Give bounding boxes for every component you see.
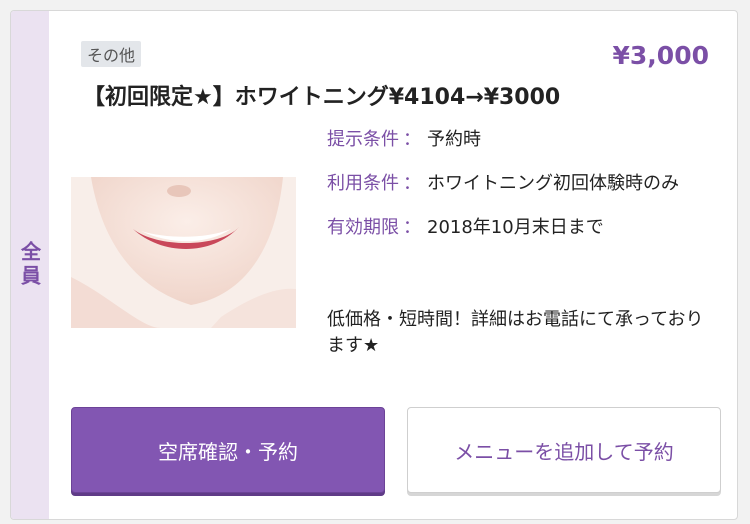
coupon-description: 低価格・短時間！詳細はお電話にて承っております★ (327, 309, 704, 356)
detail-separator: ： (403, 173, 421, 194)
detail-value: ホワイトニング初回体験時のみ (427, 173, 679, 194)
detail-value: 予約時 (427, 129, 481, 150)
category-badge: その他 (81, 41, 142, 67)
detail-label: 提示条件 (327, 129, 399, 150)
photo-illustration (71, 177, 296, 328)
detail-separator: ： (403, 129, 421, 150)
detail-row-presentation: 提示条件 ： 予約時 (327, 127, 709, 153)
detail-label: 利用条件 (327, 173, 399, 194)
audience-band: 全員 (11, 11, 49, 519)
coupon-details: 提示条件 ： 予約時 利用条件 ： ホワイトニング初回体験時のみ 有効期限 ： … (327, 127, 709, 259)
detail-row-expiry: 有効期限 ： 2018年10月末日まで (327, 215, 709, 241)
coupon-price: ¥3,000 (612, 41, 709, 70)
add-menu-button[interactable]: メニューを追加して予約 (407, 407, 721, 493)
coupon-card: 全員 その他 ¥3,000 【初回限定★】ホワイトニング¥4104→¥3000 … (10, 10, 738, 520)
detail-value: 2018年10月末日まで (427, 217, 604, 238)
check-availability-button[interactable]: 空席確認・予約 (71, 407, 385, 493)
coupon-title: 【初回限定★】ホワイトニング¥4104→¥3000 (83, 85, 561, 110)
detail-label: 有効期限 (327, 217, 399, 238)
smiling-woman-photo (71, 177, 296, 328)
detail-row-usage: 利用条件 ： ホワイトニング初回体験時のみ (327, 171, 709, 197)
detail-separator: ： (403, 217, 421, 238)
audience-label: 全員 (17, 241, 42, 289)
